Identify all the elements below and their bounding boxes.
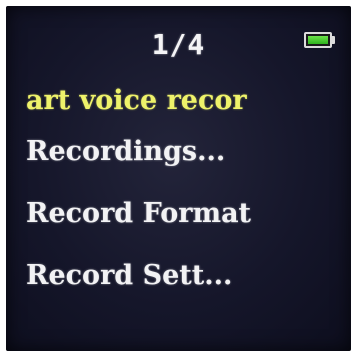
battery-icon <box>304 32 332 48</box>
menu-item-record-settings[interactable]: Record Sett... <box>26 260 346 322</box>
battery-terminal <box>332 36 335 44</box>
menu-list: art voice recor Recordings... Record For… <box>26 76 346 322</box>
device-bezel: 1/4 art voice recor Recordings... Record… <box>0 0 359 359</box>
menu-item-record-format[interactable]: Record Format <box>26 198 346 260</box>
menu-item-recordings[interactable]: Recordings... <box>26 136 346 198</box>
menu-item-start-voice-record[interactable]: art voice recor <box>26 76 346 136</box>
lcd-screen: 1/4 art voice recor Recordings... Record… <box>6 6 351 351</box>
battery-level-fill <box>308 36 328 44</box>
page-indicator: 1/4 <box>151 28 206 61</box>
